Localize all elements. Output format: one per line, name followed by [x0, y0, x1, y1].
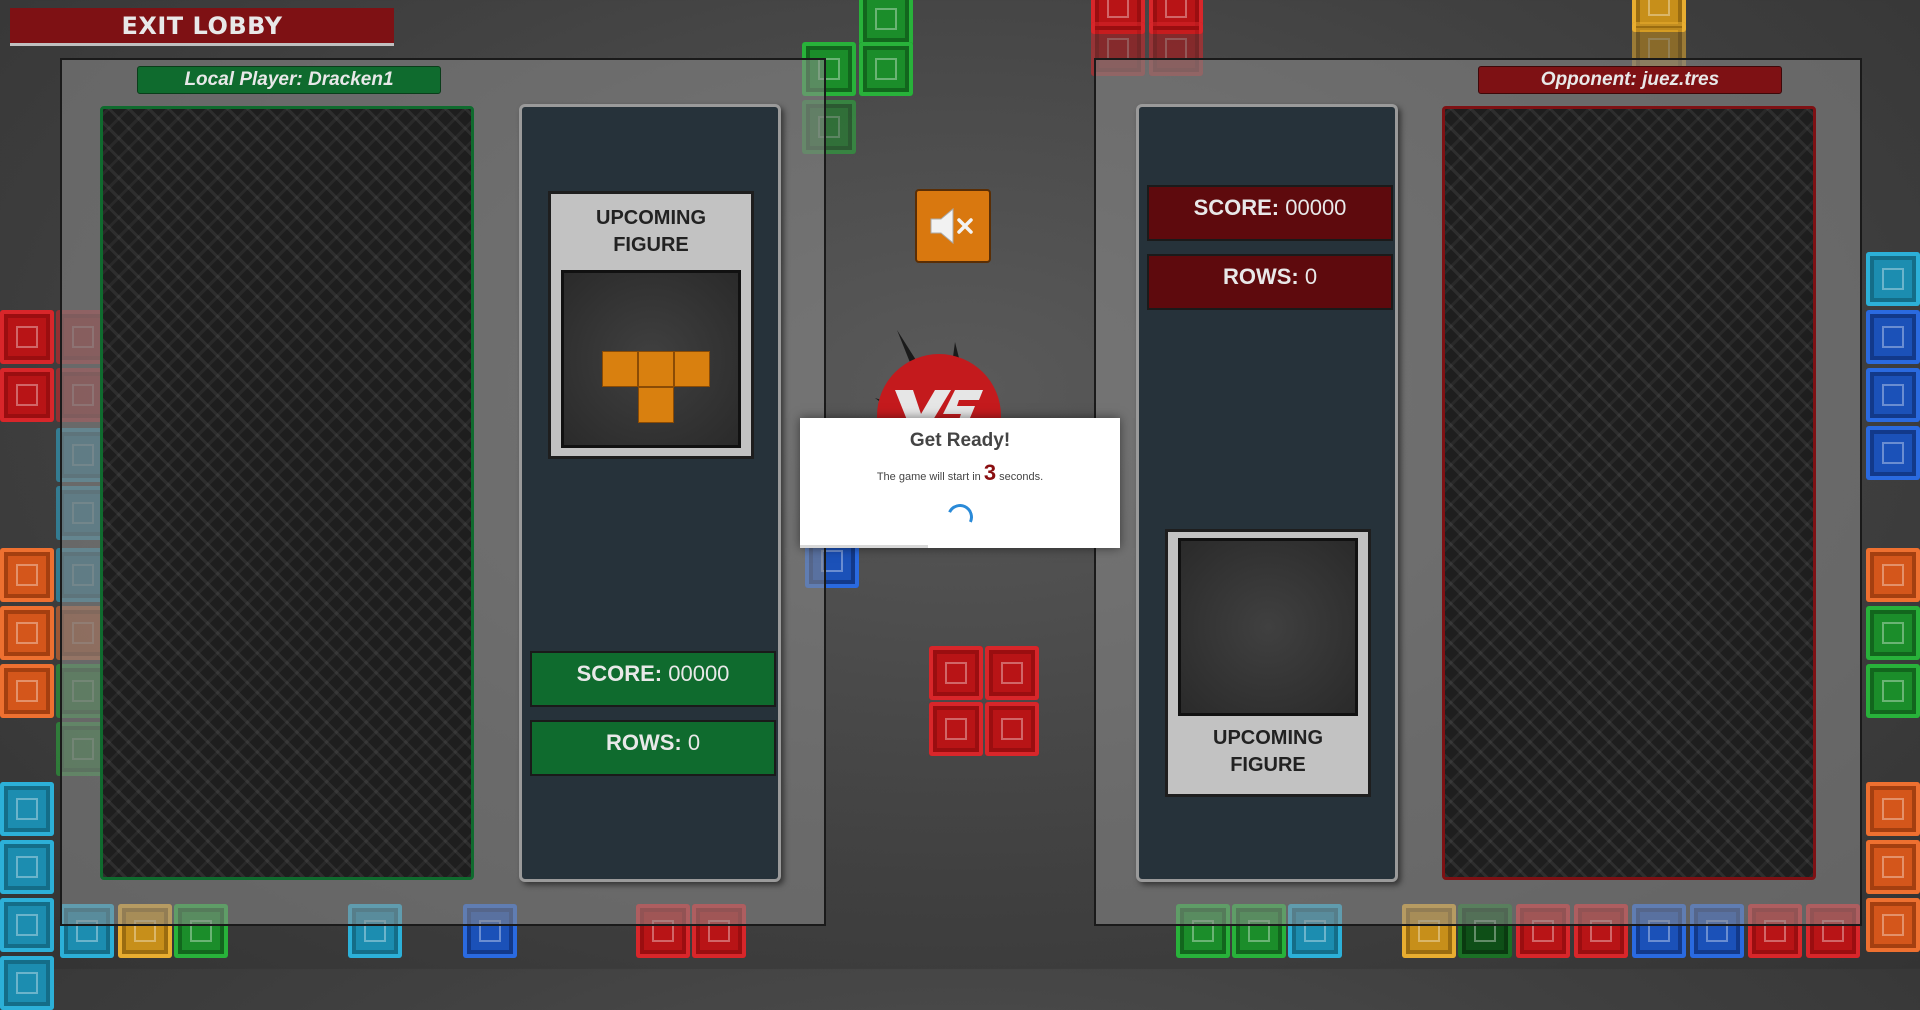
piece-block — [638, 351, 674, 387]
score-value: 00000 — [1279, 195, 1347, 220]
upcoming-label-line1: UPCOMING — [1213, 727, 1323, 749]
dialog-title: Get Ready! — [909, 430, 1011, 451]
piece-block — [602, 351, 638, 387]
mute-button[interactable] — [915, 189, 991, 263]
opponent-upcoming-figure: UPCOMING FIGURE — [1165, 529, 1371, 797]
upcoming-preview — [1178, 538, 1358, 716]
opponent-stats-panel: SCORE: 00000 ROWS: 0 UPCOMING FIGURE — [1136, 104, 1398, 882]
upcoming-preview — [561, 270, 741, 448]
opponent-score: SCORE: 00000 — [1147, 185, 1393, 241]
rows-value: 0 — [681, 730, 701, 755]
countdown-progress — [800, 545, 928, 548]
local-rows: ROWS: 0 — [530, 720, 776, 776]
local-stats-panel: UPCOMING FIGURE SCORE: 00000 ROWS: 0 — [519, 104, 781, 882]
opponent-rows: ROWS: 0 — [1147, 254, 1393, 310]
upcoming-label-line2: FIGURE — [1230, 754, 1306, 776]
local-upcoming-figure: UPCOMING FIGURE — [548, 191, 754, 459]
opponent-game-board — [1442, 106, 1816, 880]
score-label: SCORE: — [576, 661, 663, 686]
exit-lobby-button[interactable]: EXIT LOBBY — [10, 8, 394, 46]
score-label: SCORE: — [1193, 195, 1280, 220]
opponent-name: Opponent: juez.tres — [1478, 66, 1782, 94]
upcoming-label-line1: UPCOMING — [596, 207, 706, 229]
rows-label: ROWS: — [1222, 264, 1299, 289]
piece-block — [674, 351, 710, 387]
rows-value: 0 — [1298, 264, 1318, 289]
local-game-board — [100, 106, 474, 880]
score-value: 00000 — [662, 661, 730, 686]
get-ready-dialog: Get Ready! The game will start in 3 seco… — [800, 418, 1120, 548]
local-score: SCORE: 00000 — [530, 651, 776, 707]
piece-block — [638, 387, 674, 423]
countdown-text-after: seconds. — [996, 471, 1044, 483]
speaker-muted-icon — [930, 207, 973, 245]
loading-spinner-icon — [943, 500, 977, 534]
countdown-message: The game will start in 3 seconds. — [800, 460, 1120, 486]
rows-label: ROWS: — [605, 730, 682, 755]
countdown-text-before: The game will start in — [876, 471, 984, 483]
local-player-name: Local Player: Dracken1 — [137, 66, 441, 94]
upcoming-label-line2: FIGURE — [613, 234, 689, 256]
countdown-number: 3 — [983, 460, 997, 485]
